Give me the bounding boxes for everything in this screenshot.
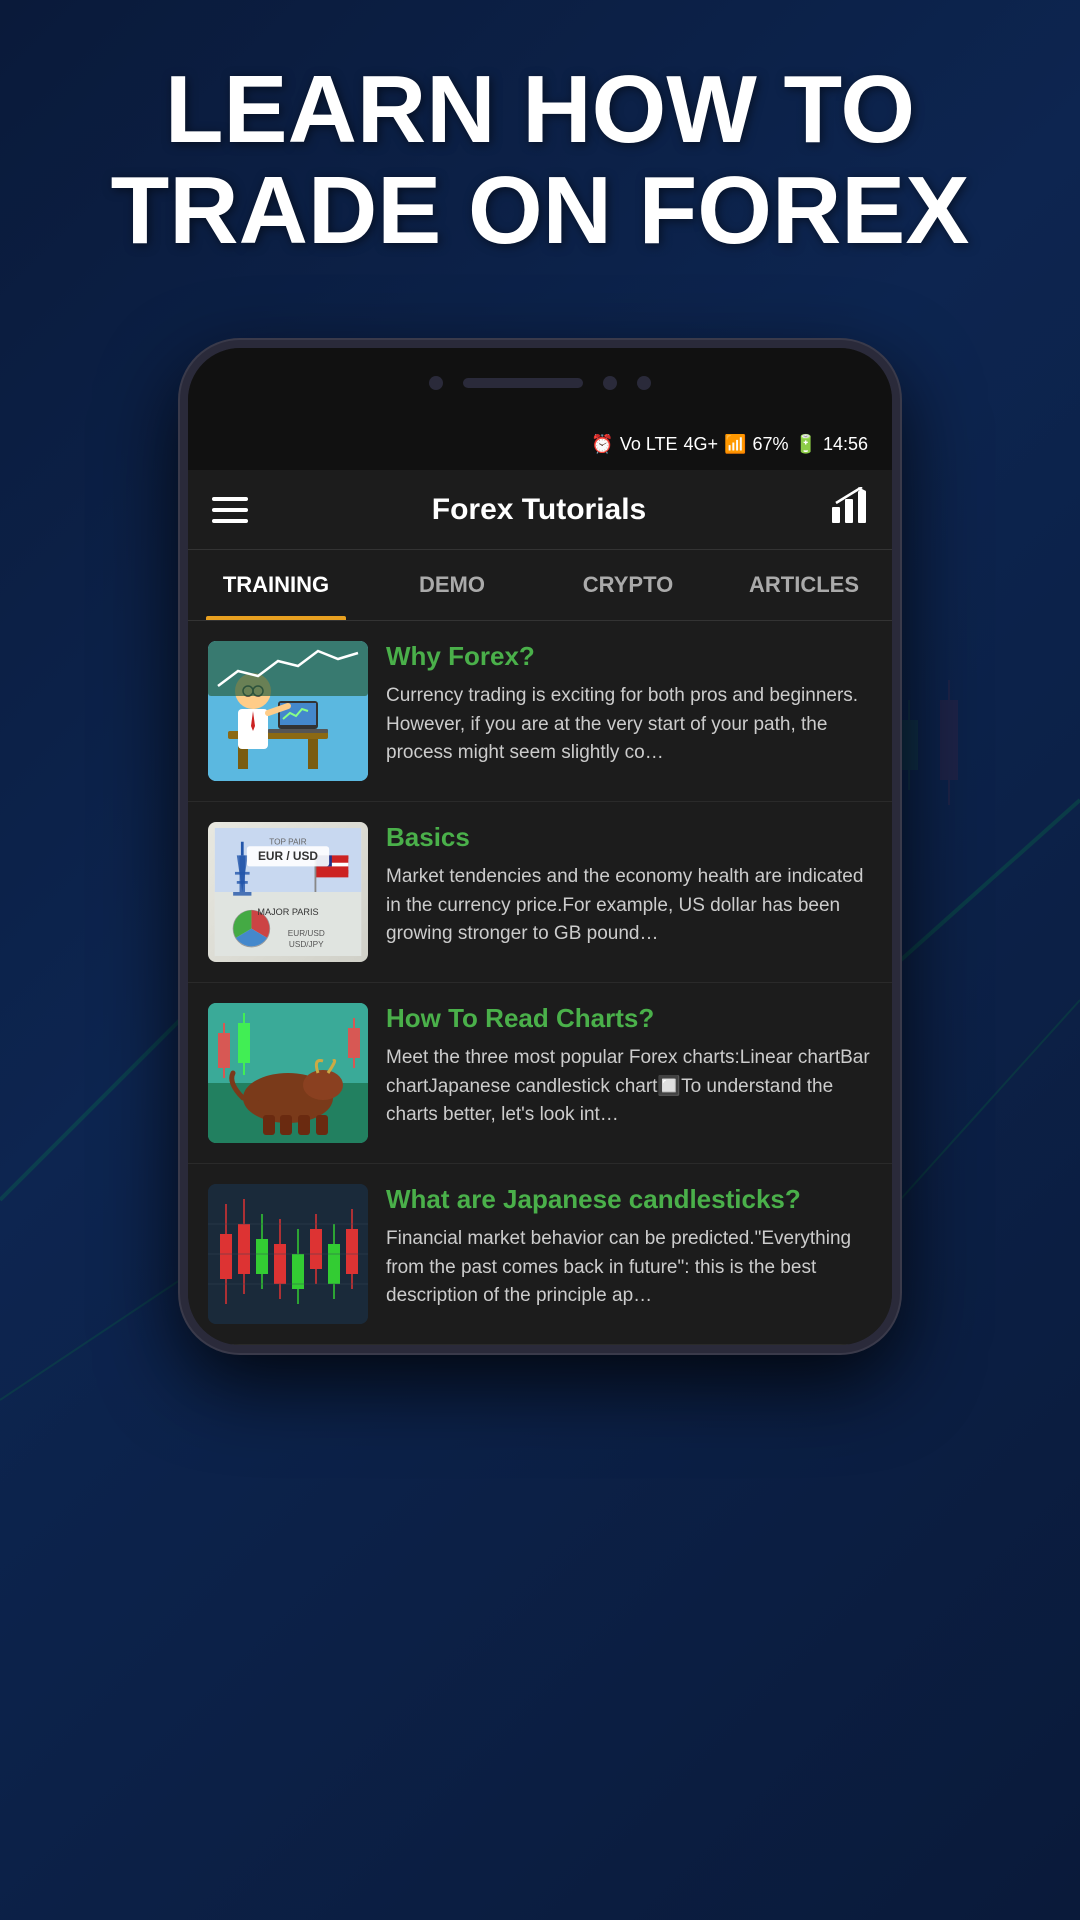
- list-item[interactable]: EUR / USD TOP PAIR MAJOR PARIS EUR/USD U…: [188, 802, 892, 983]
- status-bar: ⏰ Vo LTE 4G+ 📶 67% 🔋 14:56: [188, 418, 892, 470]
- app-title: Forex Tutorials: [432, 493, 646, 527]
- article-list: Why Forex? Currency trading is exciting …: [188, 621, 892, 1345]
- svg-text:EUR/USD: EUR/USD: [288, 929, 325, 938]
- article-title-4: What are Japanese candlesticks?: [386, 1184, 872, 1215]
- tab-articles[interactable]: ARTICLES: [716, 550, 892, 620]
- phone-top-bar: [188, 348, 892, 418]
- camera-dot-right: [603, 376, 617, 390]
- tab-training[interactable]: TRAINING: [188, 550, 364, 620]
- svg-text:EUR / USD: EUR / USD: [258, 849, 318, 863]
- article-content-4: What are Japanese candlesticks? Financia…: [386, 1184, 872, 1311]
- article-desc-2: Market tendencies and the economy health…: [386, 863, 872, 949]
- battery-icon: 🔋: [795, 434, 817, 455]
- signal-bars: 📶: [724, 434, 746, 455]
- article-thumbnail-4: [208, 1184, 368, 1324]
- chart-icon-button[interactable]: [830, 487, 868, 533]
- alarm-icon: ⏰: [591, 434, 613, 455]
- article-title-2: Basics: [386, 822, 872, 853]
- article-thumbnail-3: [208, 1003, 368, 1143]
- status-icons: ⏰ Vo LTE 4G+ 📶 67% 🔋 14:56: [591, 434, 868, 455]
- hero-title: LEARN HOW TO TRADE ON FOREX: [0, 60, 1080, 262]
- camera-area: [188, 348, 892, 418]
- list-item[interactable]: How To Read Charts? Meet the three most …: [188, 983, 892, 1164]
- sensor-dot: [637, 376, 651, 390]
- svg-text:USD/JPY: USD/JPY: [289, 940, 324, 949]
- hamburger-line-3: [212, 519, 248, 523]
- svg-text:TOP PAIR: TOP PAIR: [269, 837, 307, 846]
- article-title-3: How To Read Charts?: [386, 1003, 872, 1034]
- article-desc-4: Financial market behavior can be predict…: [386, 1225, 872, 1311]
- article-content-1: Why Forex? Currency trading is exciting …: [386, 641, 872, 768]
- phone-mockup: ⏰ Vo LTE 4G+ 📶 67% 🔋 14:56 Forex Tutoria…: [180, 340, 900, 1353]
- menu-button[interactable]: [212, 497, 248, 523]
- hamburger-line-1: [212, 497, 248, 501]
- article-thumbnail-1: [208, 641, 368, 781]
- article-title-1: Why Forex?: [386, 641, 872, 672]
- article-desc-3: Meet the three most popular Forex charts…: [386, 1044, 872, 1130]
- article-content-3: How To Read Charts? Meet the three most …: [386, 1003, 872, 1130]
- tab-crypto[interactable]: CRYPTO: [540, 550, 716, 620]
- tab-demo[interactable]: DEMO: [364, 550, 540, 620]
- svg-text:MAJOR PARIS: MAJOR PARIS: [257, 907, 318, 917]
- article-desc-1: Currency trading is exciting for both pr…: [386, 682, 872, 768]
- article-thumbnail-2: EUR / USD TOP PAIR MAJOR PARIS EUR/USD U…: [208, 822, 368, 962]
- tabs-bar: TRAINING DEMO CRYPTO ARTICLES: [188, 550, 892, 621]
- time-label: 14:56: [823, 434, 868, 455]
- battery-label: 67%: [753, 434, 789, 455]
- lte-label: 4G+: [684, 434, 719, 455]
- list-item[interactable]: Why Forex? Currency trading is exciting …: [188, 621, 892, 802]
- app-header: Forex Tutorials: [188, 470, 892, 550]
- network-label: Vo LTE: [620, 434, 678, 455]
- speaker: [463, 378, 583, 388]
- hamburger-line-2: [212, 508, 248, 512]
- camera-dot-left: [429, 376, 443, 390]
- article-content-2: Basics Market tendencies and the economy…: [386, 822, 872, 949]
- list-item[interactable]: What are Japanese candlesticks? Financia…: [188, 1164, 892, 1345]
- phone-frame: ⏰ Vo LTE 4G+ 📶 67% 🔋 14:56 Forex Tutoria…: [180, 340, 900, 1353]
